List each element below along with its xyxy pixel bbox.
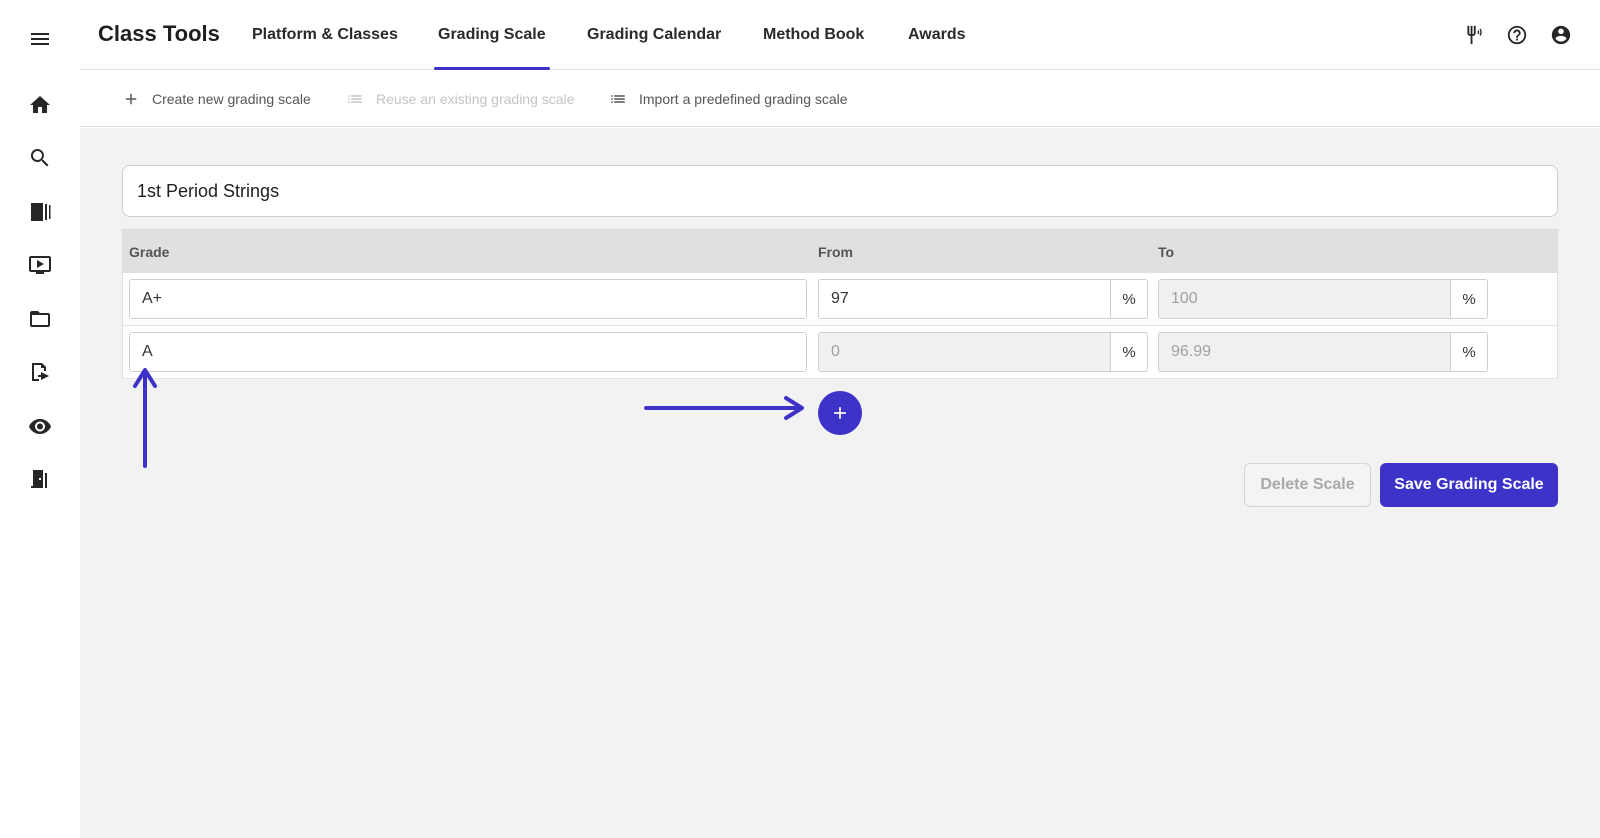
save-grading-scale-button[interactable]: Save Grading Scale bbox=[1380, 463, 1558, 507]
percent-suffix: % bbox=[1111, 332, 1148, 372]
delete-scale-button[interactable]: Delete Scale bbox=[1244, 463, 1371, 507]
create-grading-scale-label: Create new grading scale bbox=[152, 91, 311, 107]
tab-grading-calendar[interactable]: Grading Calendar bbox=[587, 0, 721, 70]
from-input bbox=[818, 332, 1111, 372]
table-row: % % bbox=[123, 326, 1557, 379]
plus-icon bbox=[834, 407, 846, 419]
import-grading-scale-button[interactable]: Import a predefined grading scale bbox=[609, 71, 848, 127]
grading-scale-actions-bar: Create new grading scale Reuse an existi… bbox=[80, 71, 1600, 127]
help-circle-icon[interactable] bbox=[1505, 23, 1529, 47]
grade-input[interactable] bbox=[129, 279, 807, 319]
video-icon[interactable] bbox=[20, 245, 60, 285]
to-input bbox=[1158, 279, 1451, 319]
from-column-header: From bbox=[818, 243, 853, 260]
percent-suffix: % bbox=[1111, 279, 1148, 319]
from-input[interactable] bbox=[818, 279, 1111, 319]
table-header: Grade From To bbox=[123, 230, 1557, 273]
plus-icon bbox=[125, 93, 137, 105]
assignment-icon[interactable] bbox=[20, 352, 60, 392]
reuse-grading-scale-button[interactable]: Reuse an existing grading scale bbox=[346, 71, 574, 127]
library-icon[interactable] bbox=[20, 192, 60, 232]
right-arrow-annotation-icon bbox=[644, 396, 804, 420]
grade-input[interactable] bbox=[129, 332, 807, 372]
to-column-header: To bbox=[1158, 243, 1175, 260]
account-circle-icon[interactable] bbox=[1549, 23, 1573, 47]
reuse-grading-scale-label: Reuse an existing grading scale bbox=[376, 91, 575, 107]
grade-column-header: Grade bbox=[129, 243, 170, 260]
table-row: % % bbox=[123, 273, 1557, 326]
list-icon bbox=[348, 95, 362, 103]
scale-name-input[interactable] bbox=[122, 165, 1558, 217]
percent-suffix: % bbox=[1451, 332, 1488, 372]
create-grading-scale-button[interactable]: Create new grading scale bbox=[122, 71, 311, 127]
list-icon bbox=[611, 95, 625, 103]
folder-icon[interactable] bbox=[20, 299, 60, 339]
tuning-fork-icon[interactable] bbox=[1460, 23, 1484, 47]
percent-suffix: % bbox=[1451, 279, 1488, 319]
import-grading-scale-label: Import a predefined grading scale bbox=[639, 91, 848, 107]
home-icon[interactable] bbox=[20, 85, 60, 125]
eye-icon[interactable] bbox=[20, 406, 60, 446]
add-grade-row-button[interactable] bbox=[818, 391, 862, 435]
menu-icon[interactable] bbox=[20, 19, 60, 59]
sidebar bbox=[0, 0, 80, 838]
main-content: Grade From To % % % % Delete Scale Save bbox=[80, 128, 1600, 838]
tab-method-book[interactable]: Method Book bbox=[763, 0, 864, 70]
grading-scale-table: Grade From To % % % % bbox=[122, 229, 1558, 379]
search-icon[interactable] bbox=[20, 138, 60, 178]
up-arrow-annotation-icon bbox=[133, 368, 157, 468]
tab-grading-scale[interactable]: Grading Scale bbox=[434, 0, 550, 70]
top-navigation-bar: Class Tools Platform & Classes Grading S… bbox=[80, 0, 1600, 70]
tab-awards[interactable]: Awards bbox=[908, 0, 966, 70]
app-title: Class Tools bbox=[98, 21, 220, 46]
to-input bbox=[1158, 332, 1451, 372]
tab-platform-classes[interactable]: Platform & Classes bbox=[252, 0, 398, 70]
exit-door-icon[interactable] bbox=[20, 459, 60, 499]
